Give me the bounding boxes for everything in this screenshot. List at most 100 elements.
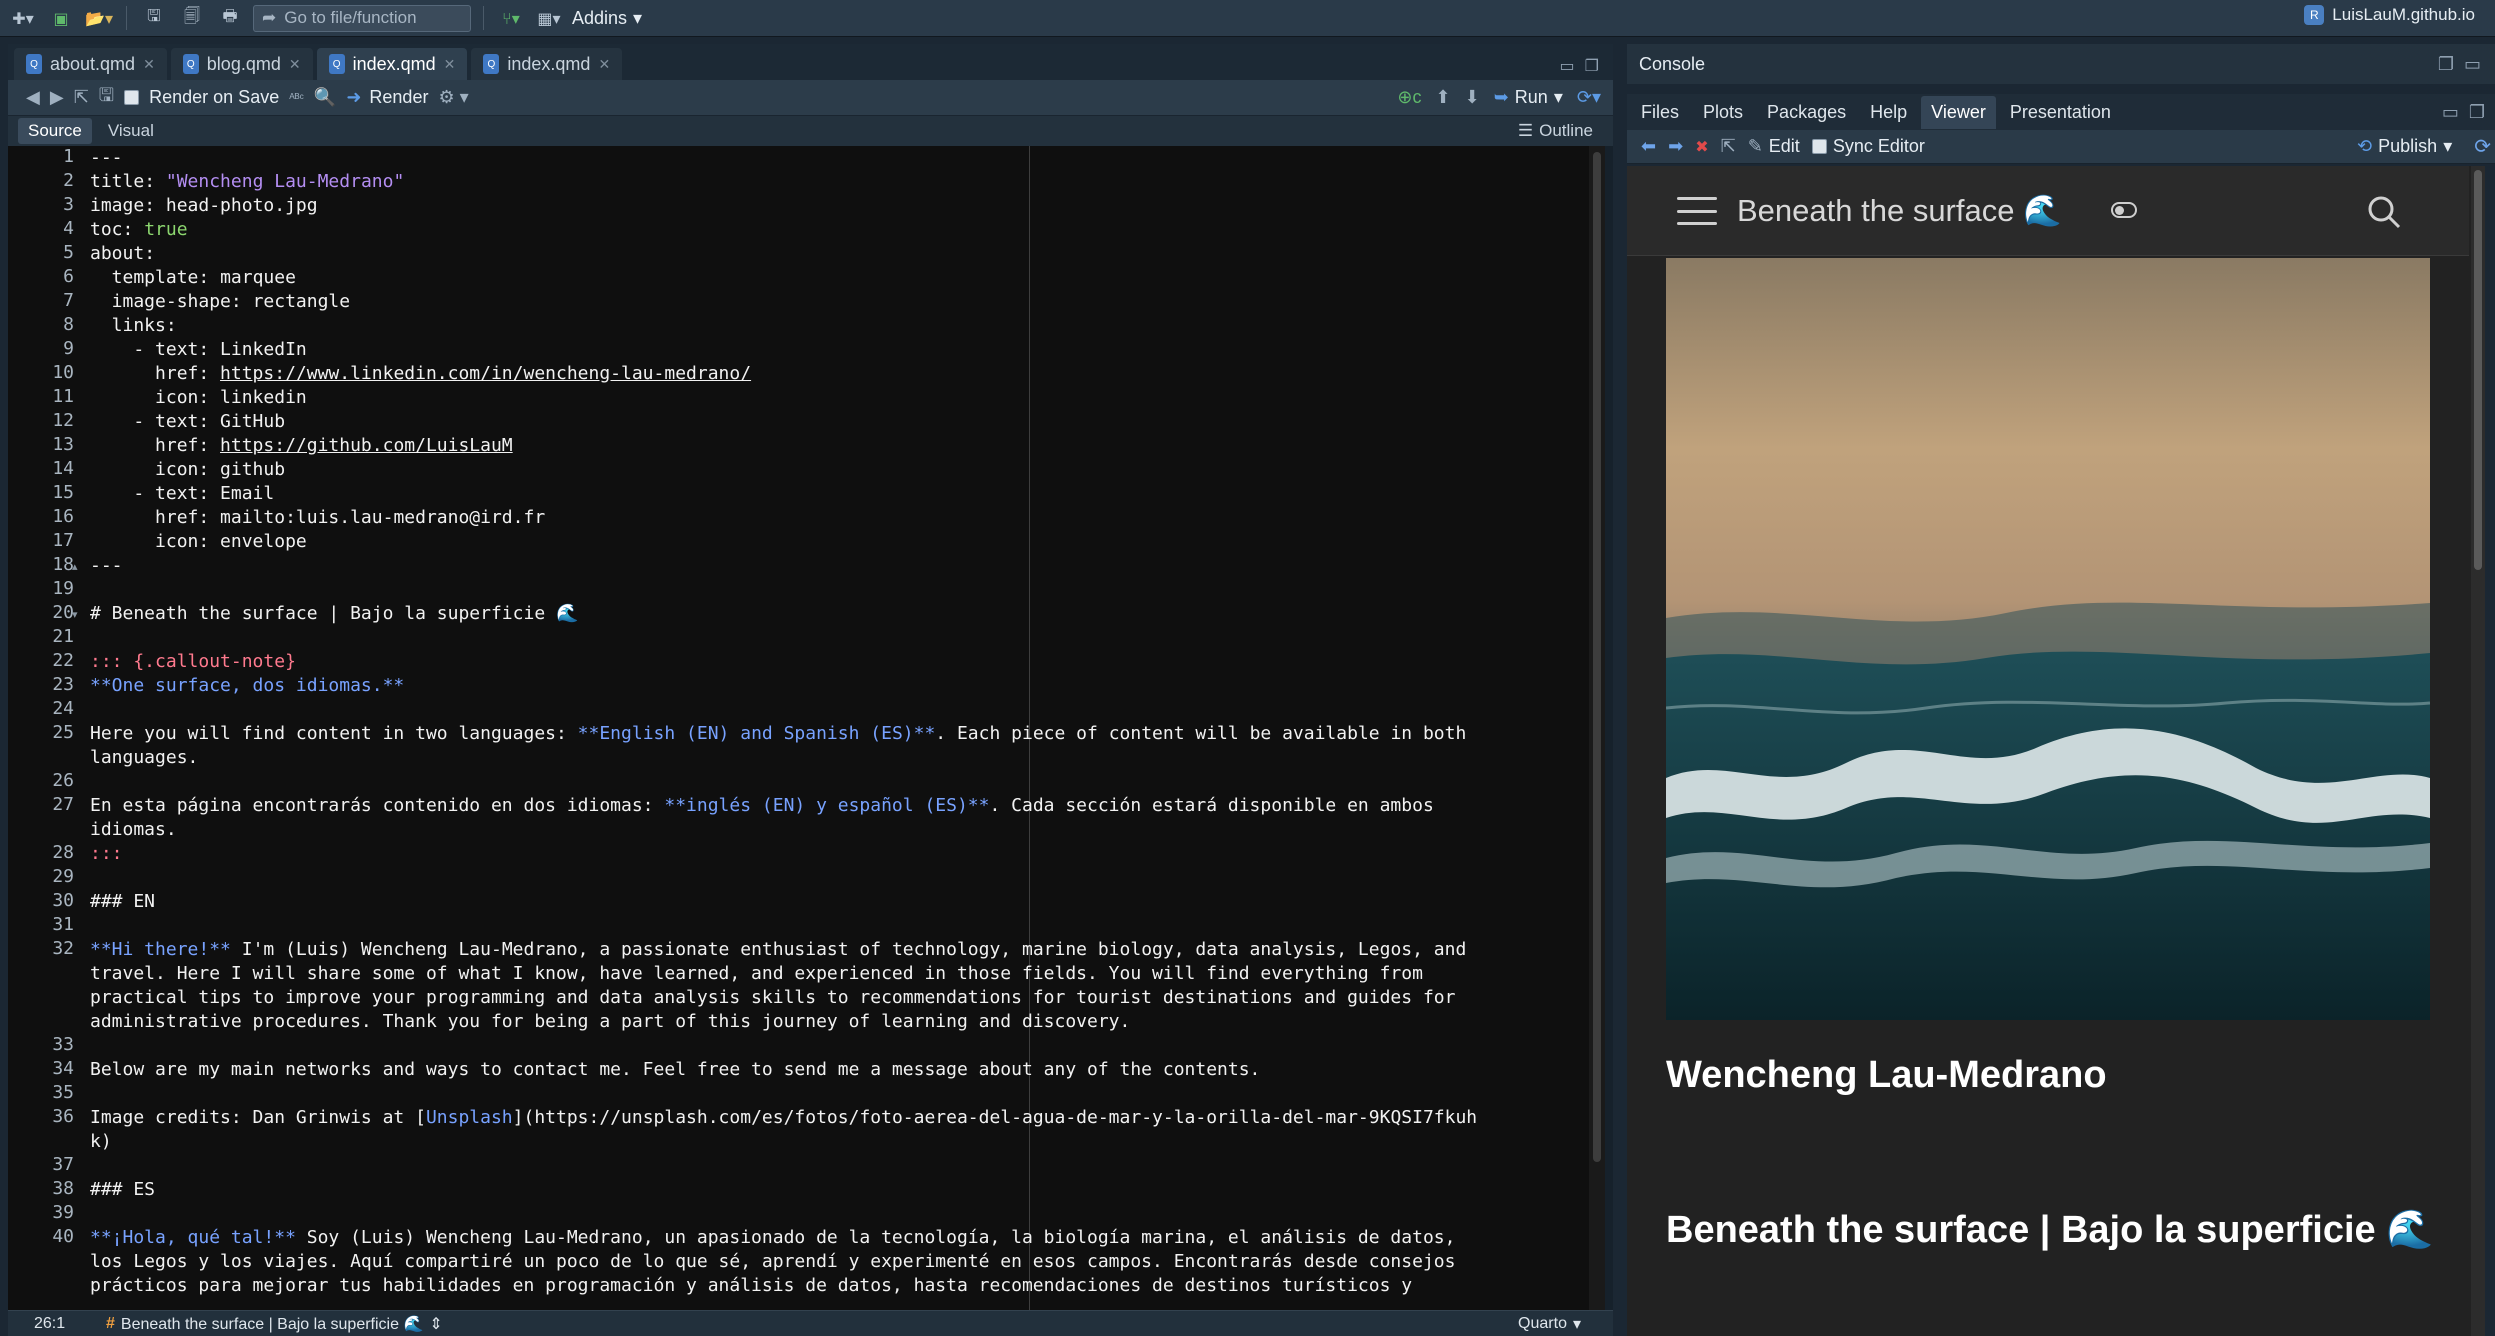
- new-file-icon[interactable]: ✚▾: [8, 4, 38, 32]
- close-icon[interactable]: ✕: [444, 56, 456, 73]
- spellcheck-icon[interactable]: ᴬᴮᶜ: [289, 91, 304, 105]
- site-title[interactable]: Beneath the surface 🌊: [1737, 192, 2062, 229]
- code-line: Below are my main networks and ways to c…: [90, 1058, 1260, 1082]
- section-breadcrumb[interactable]: # Beneath the surface | Bajo la superfic…: [96, 1314, 443, 1334]
- filetype-label: Quarto: [1518, 1314, 1567, 1332]
- yaml-value: github: [220, 459, 286, 480]
- edit-button[interactable]: ✎ Edit: [1748, 136, 1800, 157]
- fold-up-icon[interactable]: ▴: [72, 560, 78, 573]
- goto-file-input[interactable]: ➦ Go to file/function: [253, 4, 471, 32]
- minimize-icon[interactable]: ▭: [1560, 56, 1575, 75]
- yaml-value: marquee: [220, 267, 296, 288]
- find-icon[interactable]: 🔍: [314, 87, 336, 108]
- publish-button[interactable]: ⟲ Publish ▾: [2357, 136, 2462, 157]
- tab-plots[interactable]: Plots: [1693, 96, 1753, 129]
- line-number: 32: [52, 938, 74, 959]
- down-arrow-icon[interactable]: ⬇: [1465, 87, 1480, 108]
- yaml-url[interactable]: https://github.com/LuisLauM: [220, 435, 513, 456]
- tab-help[interactable]: Help: [1860, 96, 1917, 129]
- export-icon[interactable]: ⇱: [1721, 136, 1736, 157]
- console-header[interactable]: Console ❐ ▭: [1627, 44, 2495, 84]
- tab-index[interactable]: Q index.qmd ✕: [471, 48, 623, 80]
- refresh-icon[interactable]: ⟳: [2474, 134, 2495, 159]
- sync-editor-checkbox[interactable]: [1811, 139, 1827, 154]
- filetype-menu[interactable]: Quarto ▾: [1518, 1314, 1613, 1334]
- markdown-link-text: Unsplash: [425, 1107, 513, 1128]
- show-in-window-icon[interactable]: ⇱: [74, 87, 89, 108]
- render-button[interactable]: ➜ Render: [346, 87, 428, 108]
- back-arrow-icon[interactable]: ⬅: [1641, 136, 1656, 157]
- yaml-key: href:: [90, 363, 221, 384]
- line-number: 18: [52, 554, 74, 575]
- yaml-delimiter: ---: [90, 147, 123, 168]
- close-icon[interactable]: ✕: [289, 56, 301, 73]
- maximize-icon[interactable]: ❐: [1585, 56, 1599, 75]
- save-all-icon[interactable]: 🗐: [177, 4, 207, 32]
- print-icon[interactable]: 🖶: [215, 4, 245, 32]
- back-arrow-icon[interactable]: ◀: [26, 87, 40, 108]
- source-mode-button[interactable]: Source: [18, 118, 92, 144]
- tab-presentation[interactable]: Presentation: [2000, 96, 2121, 129]
- hamburger-menu-icon[interactable]: [1677, 197, 1717, 225]
- code-text: Here you will find content in two langua…: [90, 723, 578, 744]
- tab-files[interactable]: Files: [1631, 96, 1689, 129]
- page-heading: Beneath the surface | Bajo la superficie…: [1666, 1209, 2434, 1251]
- outline-button[interactable]: ☰ Outline: [1518, 121, 1613, 141]
- tab-blog[interactable]: Q blog.qmd ✕: [170, 48, 313, 80]
- chevron-down-icon: ▾: [1553, 87, 1563, 107]
- yaml-value: Email: [220, 483, 275, 504]
- save-icon[interactable]: 🖫: [139, 4, 169, 32]
- insert-chunk-icon[interactable]: ⊕c: [1397, 87, 1421, 108]
- code-editor[interactable]: 1 2 3 4 5 6 7 8 9 10 11 12 13 14 15 16 17 18 ▴ 19 20 ▾ 21 22 23 2…: [8, 146, 1605, 1310]
- yaml-url[interactable]: https://www.linkedin.com/in/wencheng-lau…: [220, 363, 751, 384]
- close-icon[interactable]: ✕: [598, 56, 610, 73]
- viewer-scrollbar[interactable]: [2471, 166, 2485, 1336]
- yaml-key: image-shape: [90, 291, 231, 312]
- editor-scrollbar[interactable]: [1589, 146, 1605, 1310]
- line-number: 24: [52, 698, 74, 719]
- render-on-save-checkbox[interactable]: [124, 90, 140, 105]
- minimize-icon[interactable]: ❐: [2438, 54, 2454, 75]
- grid-layout-icon[interactable]: ▦▾: [534, 4, 564, 32]
- line-number: 31: [52, 914, 74, 935]
- editor-tabs: Q about.qmd ✕ Q blog.qmd ✕ Q index.qmd ✕…: [8, 44, 1613, 80]
- up-arrow-icon[interactable]: ⬆: [1436, 87, 1451, 108]
- open-file-icon[interactable]: 📂▾: [84, 4, 114, 32]
- project-menu[interactable]: R LuisLauM.github.io: [2304, 5, 2475, 25]
- version-control-icon[interactable]: ⑂▾: [496, 4, 526, 32]
- tab-viewer[interactable]: Viewer: [1921, 95, 1996, 129]
- code-text: travel. Here I will share some of what I…: [90, 963, 1423, 984]
- addins-menu[interactable]: Addins ▾: [572, 8, 642, 29]
- clear-viewer-icon[interactable]: ✖: [1695, 137, 1708, 157]
- console-controls: ❐ ▭: [2438, 54, 2495, 75]
- scrollbar-thumb[interactable]: [2474, 170, 2482, 570]
- sync-editor-toggle[interactable]: Sync Editor: [1811, 136, 1925, 157]
- theme-toggle-icon[interactable]: [2111, 202, 2137, 218]
- forward-arrow-icon[interactable]: ▶: [50, 87, 64, 108]
- tab-index-active[interactable]: Q index.qmd ✕: [316, 48, 468, 80]
- scrollbar-thumb[interactable]: [1593, 152, 1601, 1162]
- code-text: En esta página encontrarás contenido en …: [90, 795, 665, 816]
- new-project-icon[interactable]: ▣: [46, 4, 76, 32]
- close-icon[interactable]: ✕: [143, 56, 155, 73]
- yaml-key: href:: [90, 435, 221, 456]
- search-icon[interactable]: [2367, 195, 2401, 229]
- maximize-icon[interactable]: ▭: [2464, 54, 2481, 75]
- maximize-icon[interactable]: ❐: [2469, 102, 2485, 123]
- minimize-icon[interactable]: ▭: [2442, 102, 2459, 123]
- visual-mode-button[interactable]: Visual: [98, 118, 164, 144]
- rerun-icon[interactable]: ⟳▾: [1577, 87, 1601, 108]
- save-icon[interactable]: 🖫: [99, 83, 114, 113]
- tab-packages[interactable]: Packages: [1757, 96, 1856, 129]
- forward-arrow-icon[interactable]: ➡: [1668, 136, 1683, 157]
- line-number: 2: [63, 170, 74, 191]
- code-line: about:: [90, 243, 156, 264]
- fold-down-icon[interactable]: ▾: [72, 608, 78, 621]
- code-line: title: "Wencheng Lau-Medrano": [90, 171, 405, 192]
- chevron-down-icon: ▾: [1572, 1315, 1581, 1333]
- line-number-gutter: 1 2 3 4 5 6 7 8 9 10 11 12 13 14 15 16 17 18 ▴ 19 20 ▾ 21 22 23 2…: [8, 146, 88, 1310]
- run-button[interactable]: ➥ Run ▾: [1494, 87, 1563, 108]
- render-label: Render: [369, 87, 429, 107]
- gear-icon[interactable]: ⚙ ▾: [438, 87, 468, 108]
- tab-about[interactable]: Q about.qmd ✕: [14, 48, 167, 80]
